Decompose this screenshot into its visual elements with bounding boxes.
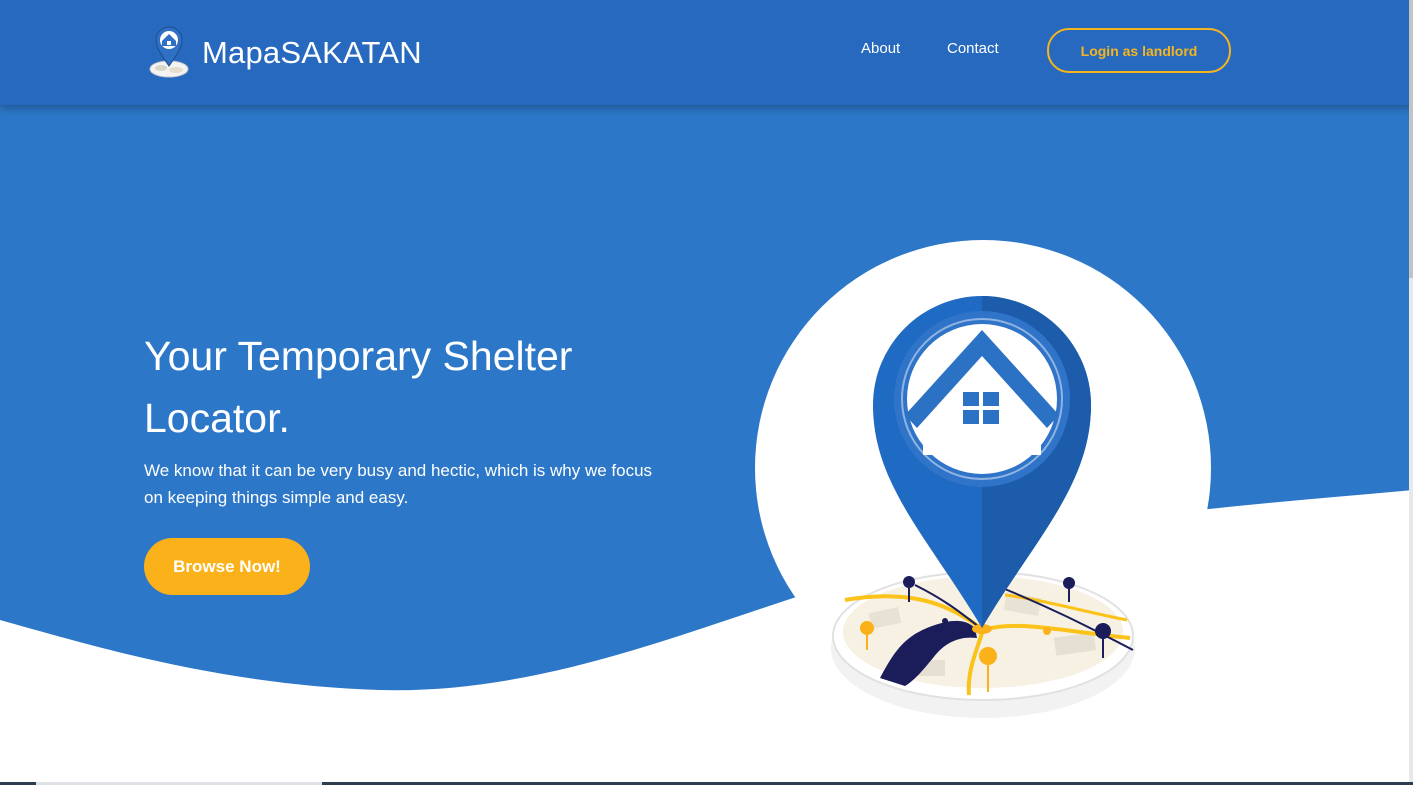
scrollbar-thumb[interactable] <box>1409 0 1413 278</box>
hero-subtitle: We know that it can be very busy and hec… <box>144 461 653 507</box>
login-as-landlord-button[interactable]: Login as landlord <box>1047 28 1231 73</box>
brand[interactable]: MapaSAKATAN <box>146 26 422 80</box>
hero-title: Your Temporary Shelter Locator. <box>144 333 573 441</box>
hero-text-block: Your Temporary Shelter Locator. We know … <box>144 325 704 511</box>
nav-link-about[interactable]: About <box>861 40 900 57</box>
house-pin-logo-icon <box>149 26 189 78</box>
top-navbar: MapaSAKATAN About Contact Login as landl… <box>0 0 1413 105</box>
nav-link-contact[interactable]: Contact <box>947 40 999 57</box>
brand-name: MapaSAKATAN <box>202 35 422 70</box>
house-location-pin-on-map-icon <box>755 240 1211 718</box>
browse-now-button[interactable]: Browse Now! <box>144 538 310 595</box>
